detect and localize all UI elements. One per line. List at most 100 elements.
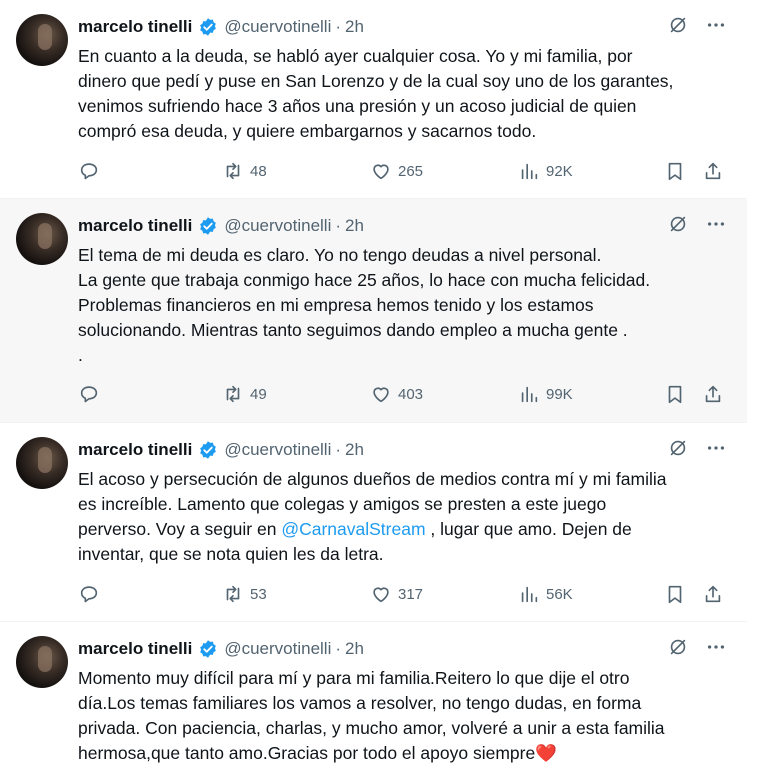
more-icon[interactable] bbox=[705, 636, 727, 658]
reply-icon bbox=[80, 386, 98, 403]
author-name[interactable]: marcelo tinelli bbox=[78, 216, 192, 236]
reply-icon bbox=[80, 163, 98, 180]
author-handle[interactable]: @cuervotinelli bbox=[224, 17, 331, 37]
tweet[interactable]: marcelo tinelli @cuervotinelli · 2h Mome… bbox=[0, 622, 747, 778]
more-icon[interactable] bbox=[705, 14, 727, 36]
like-count: 265 bbox=[398, 162, 424, 180]
share-button[interactable] bbox=[702, 583, 724, 605]
views-button[interactable]: 99K bbox=[518, 383, 573, 405]
views-count: 56K bbox=[546, 585, 573, 603]
grok-icon[interactable] bbox=[667, 213, 689, 235]
tweet[interactable]: marcelo tinelli @cuervotinelli · 2h En c… bbox=[0, 0, 747, 199]
retweet-button[interactable]: 48 bbox=[222, 160, 267, 182]
share-icon bbox=[705, 585, 721, 603]
views-button[interactable]: 92K bbox=[518, 160, 573, 182]
heart-emoji: ❤️ bbox=[535, 743, 557, 763]
tweet-time[interactable]: 2h bbox=[345, 17, 364, 37]
retweet-icon bbox=[226, 162, 240, 180]
timeline: marcelo tinelli @cuervotinelli · 2h En c… bbox=[0, 0, 747, 778]
heart-icon bbox=[373, 387, 389, 403]
retweet-button[interactable]: 53 bbox=[222, 583, 267, 605]
tweet-top-actions bbox=[667, 14, 727, 36]
author-handle[interactable]: @cuervotinelli bbox=[224, 440, 331, 460]
grok-icon[interactable] bbox=[667, 636, 689, 658]
views-icon bbox=[521, 386, 538, 403]
separator-dot: · bbox=[335, 440, 342, 459]
bookmark-icon bbox=[668, 385, 682, 404]
tweet-header: marcelo tinelli @cuervotinelli · 2h bbox=[78, 16, 364, 38]
retweet-count: 49 bbox=[250, 385, 267, 403]
tweet-top-actions bbox=[667, 437, 727, 459]
tweet-time[interactable]: 2h bbox=[345, 440, 364, 460]
tweet-text: En cuanto a la deuda, se habló ayer cual… bbox=[78, 46, 674, 141]
heart-icon bbox=[373, 587, 389, 603]
tweet-header: marcelo tinelli @cuervotinelli · 2h bbox=[78, 439, 364, 461]
avatar[interactable] bbox=[16, 14, 68, 66]
author-handle[interactable]: @cuervotinelli bbox=[224, 639, 331, 659]
more-icon[interactable] bbox=[705, 437, 727, 459]
tweet-time[interactable]: 2h bbox=[345, 216, 364, 236]
tweet-top-actions bbox=[667, 636, 727, 658]
bookmark-icon bbox=[668, 585, 682, 604]
heart-icon bbox=[373, 164, 389, 180]
retweet-icon bbox=[226, 385, 240, 403]
tweet-text-part: Momento muy difícil para mí y para mi fa… bbox=[78, 668, 665, 763]
author-handle[interactable]: @cuervotinelli bbox=[224, 216, 331, 236]
grok-icon[interactable] bbox=[667, 437, 689, 459]
tweet[interactable]: marcelo tinelli @cuervotinelli · 2h El a… bbox=[0, 423, 747, 622]
retweet-button[interactable]: 49 bbox=[222, 383, 267, 405]
bookmark-button[interactable] bbox=[664, 383, 686, 405]
tweet-text: El acoso y persecución de algunos dueños… bbox=[78, 467, 728, 567]
like-button[interactable]: 403 bbox=[370, 383, 423, 405]
avatar[interactable] bbox=[16, 636, 68, 688]
verified-badge-icon bbox=[200, 640, 217, 658]
views-icon bbox=[521, 586, 538, 603]
tweet-actions: 49 403 99K bbox=[78, 383, 728, 407]
tweet-header: marcelo tinelli @cuervotinelli · 2h bbox=[78, 215, 364, 237]
separator-dot: · bbox=[335, 216, 342, 235]
tweet-actions: 48 265 92K bbox=[78, 160, 728, 184]
mention-link[interactable]: @CarnavalStream bbox=[281, 519, 425, 539]
tweet-actions: 53 317 56K bbox=[78, 583, 728, 607]
share-icon bbox=[705, 162, 721, 180]
like-count: 403 bbox=[398, 385, 424, 403]
views-count: 99K bbox=[546, 385, 573, 403]
verified-badge-icon bbox=[200, 441, 217, 459]
verified-badge-icon bbox=[200, 217, 217, 235]
author-name[interactable]: marcelo tinelli bbox=[78, 639, 192, 659]
bookmark-button[interactable] bbox=[664, 583, 686, 605]
grok-icon[interactable] bbox=[667, 14, 689, 36]
tweet-text: Momento muy difícil para mí y para mi fa… bbox=[78, 666, 728, 766]
retweet-count: 48 bbox=[250, 162, 267, 180]
avatar[interactable] bbox=[16, 437, 68, 489]
reply-button[interactable] bbox=[78, 583, 100, 605]
tweet-time[interactable]: 2h bbox=[345, 639, 364, 659]
like-button[interactable]: 317 bbox=[370, 583, 423, 605]
reply-button[interactable] bbox=[78, 383, 100, 405]
separator-dot: · bbox=[335, 17, 342, 36]
bookmark-button[interactable] bbox=[664, 160, 686, 182]
reply-icon bbox=[80, 586, 98, 603]
tweet[interactable]: marcelo tinelli @cuervotinelli · 2h El t… bbox=[0, 199, 747, 423]
separator-dot: · bbox=[335, 639, 342, 658]
share-button[interactable] bbox=[702, 383, 724, 405]
avatar[interactable] bbox=[16, 213, 68, 265]
author-name[interactable]: marcelo tinelli bbox=[78, 440, 192, 460]
views-button[interactable]: 56K bbox=[518, 583, 573, 605]
share-button[interactable] bbox=[702, 160, 724, 182]
verified-badge-icon bbox=[200, 18, 217, 36]
share-icon bbox=[705, 385, 721, 403]
tweet-header: marcelo tinelli @cuervotinelli · 2h bbox=[78, 638, 364, 660]
author-name[interactable]: marcelo tinelli bbox=[78, 17, 192, 37]
more-icon[interactable] bbox=[705, 213, 727, 235]
like-button[interactable]: 265 bbox=[370, 160, 423, 182]
views-icon bbox=[521, 163, 538, 180]
reply-button[interactable] bbox=[78, 160, 100, 182]
retweet-count: 53 bbox=[250, 585, 267, 603]
retweet-icon bbox=[226, 585, 240, 603]
tweet-text: El tema de mi deuda es claro. Yo no teng… bbox=[78, 245, 651, 365]
views-count: 92K bbox=[546, 162, 573, 180]
bookmark-icon bbox=[668, 162, 682, 181]
like-count: 317 bbox=[398, 585, 424, 603]
tweet-top-actions bbox=[667, 213, 727, 235]
